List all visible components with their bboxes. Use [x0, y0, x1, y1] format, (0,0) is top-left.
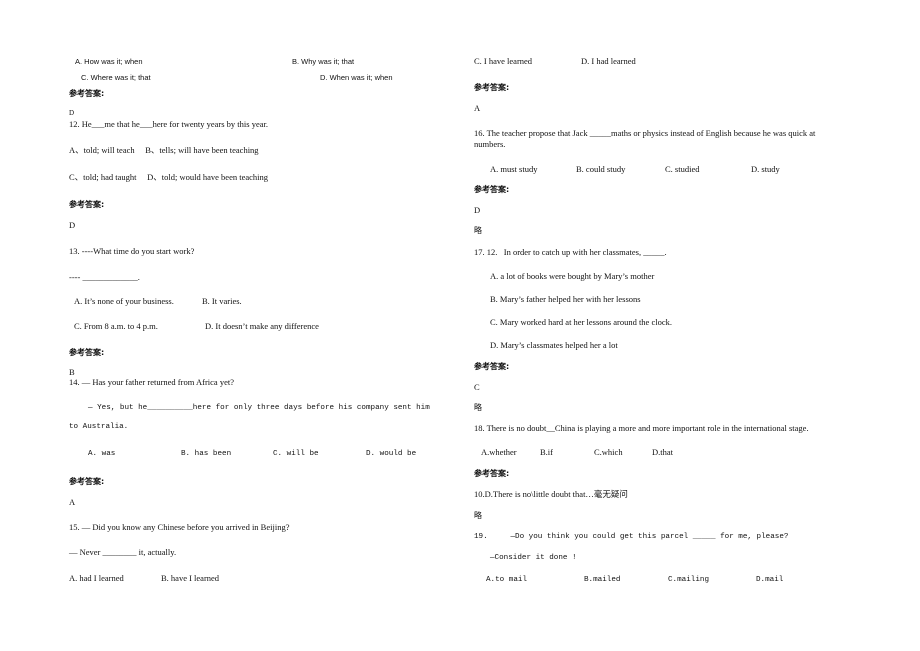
question-13-option-a: A. It’s none of your business.: [74, 296, 174, 306]
question-17-option-b: B. Mary’s father helped her with her les…: [490, 294, 641, 304]
question-14-option-a: A. was: [88, 450, 116, 458]
answer-value: D: [474, 205, 481, 215]
question-18-stem: 18. There is no doubt__China is playing …: [474, 423, 809, 433]
question-15-option-b: B. have I learned: [161, 573, 220, 583]
question-19-option-a: A.to mail: [486, 576, 528, 584]
question-13-option-c: C. From 8 a.m. to 4 p.m.: [74, 321, 158, 331]
question-16-option-b: B. could study: [576, 164, 626, 174]
question-12-options-ab: A、told; will teach B、tells; will have be…: [69, 145, 259, 155]
question-18-option-b: B.if: [540, 447, 553, 457]
question-19-option-b: B.mailed: [584, 576, 621, 584]
question-19-option-d: D.mail: [756, 576, 784, 584]
question-18-option-d: D.that: [652, 447, 674, 457]
question-14-option-d: D. would be: [366, 450, 417, 458]
question-19-option-c: C.mailing: [668, 576, 710, 584]
question-16-stem-line2: numbers.: [474, 139, 506, 149]
question-14-option-b: B. has been: [181, 450, 232, 458]
answer-label: 参考答案:: [474, 362, 510, 371]
question-15-option-c: C. I have learned: [474, 56, 533, 66]
answer-value: D: [69, 109, 75, 117]
question-16-option-c: C. studied: [665, 164, 700, 174]
question-16-option-a: A. must study: [490, 164, 538, 174]
answer-label: 参考答案:: [474, 469, 510, 478]
question-13-option-b: B. It varies.: [202, 296, 242, 306]
question-15-option-d: D. I had learned: [581, 56, 636, 66]
question-13-response: ---- _____________.: [69, 272, 140, 282]
question-14-stem: 14. — Has your father returned from Afri…: [69, 377, 234, 387]
answer-label: 参考答案:: [474, 83, 510, 92]
question-12-stem: 12. He___me that he___here for twenty ye…: [69, 119, 268, 129]
answer-label: 参考答案:: [69, 89, 105, 98]
answer-label: 参考答案:: [69, 348, 105, 357]
question-17-stem: 17. 12. In order to catch up with her cl…: [474, 247, 667, 257]
question-14-response-line2: to Australia.: [69, 423, 129, 431]
question-12-options-cd: C、told; had taught D、told; would have be…: [69, 172, 269, 182]
answer-note: 略: [474, 403, 482, 412]
question-19-stem: 19. —Do you think you could get this par…: [474, 533, 789, 541]
answer-value: A: [474, 103, 481, 113]
answer-value: D: [69, 220, 76, 230]
answer-note: 略: [474, 511, 482, 520]
question-15-stem: 15. — Did you know any Chinese before yo…: [69, 522, 290, 532]
answer-label: 参考答案:: [69, 200, 105, 209]
question-17-option-d: D. Mary’s classmates helped her a lot: [490, 340, 618, 350]
question-15-response: — Never ________ it, actually.: [69, 547, 177, 557]
question-18-option-a: A.whether: [481, 447, 517, 457]
q11-option-d: D. When was it; when: [320, 73, 393, 82]
question-13-option-d: D. It doesn’t make any difference: [205, 321, 319, 331]
question-18-option-c: C.which: [594, 447, 623, 457]
answer-value: C: [474, 382, 480, 392]
answer-label: 参考答案:: [474, 185, 510, 194]
question-17-option-c: C. Mary worked hard at her lessons aroun…: [490, 317, 672, 327]
q11-option-b: B. Why was it; that: [292, 57, 355, 66]
q11-option-a: A. How was it; when: [75, 57, 143, 66]
question-15-option-a: A. had I learned: [69, 573, 124, 583]
answer-note: 略: [474, 226, 482, 235]
question-14-option-c: C. will be: [273, 450, 319, 458]
question-17-option-a: A. a lot of books were bought by Mary’s …: [490, 271, 655, 281]
question-13-stem: 13. ----What time do you start work?: [69, 246, 195, 256]
question-16-stem-line1: 16. The teacher propose that Jack _____m…: [474, 128, 816, 138]
question-19-response: —Consider it done !: [490, 554, 577, 562]
q11-option-c: C. Where was it; that: [81, 73, 151, 82]
answer-value: A: [69, 497, 76, 507]
question-14-response-line1: — Yes, but he__________here for only thr…: [88, 404, 430, 412]
answer-value: 10.D.There is no\little doubt that…毫无疑问: [474, 489, 628, 499]
question-16-option-d: D. study: [751, 164, 780, 174]
answer-label: 参考答案:: [69, 477, 105, 486]
